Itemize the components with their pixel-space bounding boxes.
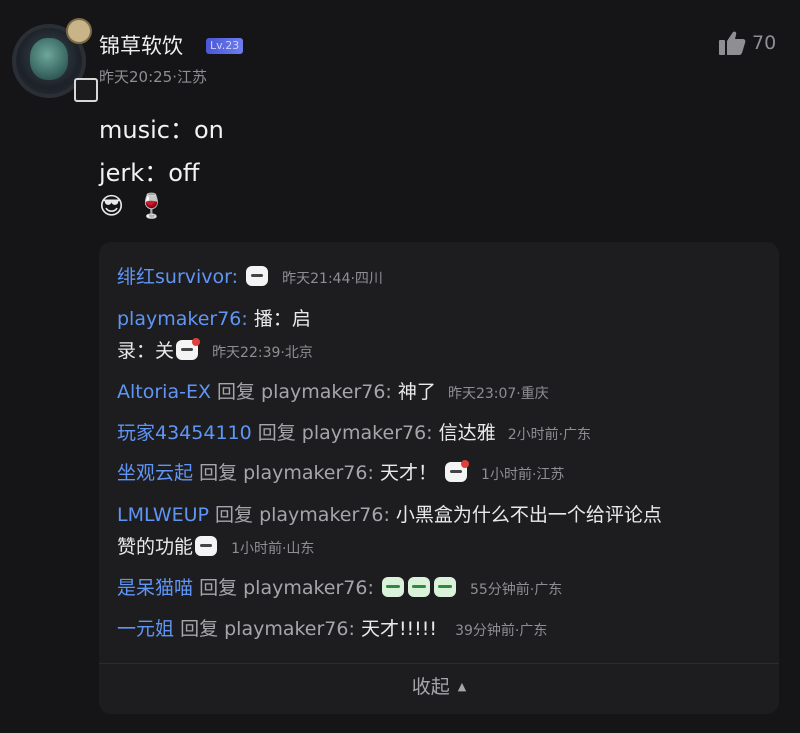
reply-to-label: 回复 playmaker76: xyxy=(215,504,390,526)
reply-text: 播：启 xyxy=(253,308,311,330)
reply-item[interactable]: 绯红survivor: 昨天21:44·四川 xyxy=(117,262,757,295)
sunglasses-emoji-icon: 😎 xyxy=(99,192,125,220)
divider xyxy=(99,663,779,664)
reply-item[interactable]: Altoria-EX 回复 playmaker76: 神了 昨天23:07·重庆 xyxy=(117,377,757,410)
reply-to-label: 回复 playmaker76: xyxy=(180,618,355,640)
sticker-icon xyxy=(246,266,269,286)
reply-item[interactable]: playmaker76: 播：启 xyxy=(117,304,757,335)
reply-to-label: 回复 playmaker76: xyxy=(199,577,374,599)
reply-meta: 昨天22:39·北京 xyxy=(212,345,313,361)
like-button[interactable]: 70 xyxy=(718,30,776,56)
avatar-badge-icon xyxy=(74,78,98,102)
reply-to-label: 回复 playmaker76: xyxy=(257,422,433,444)
collapse-button[interactable]: 收起 ▲ xyxy=(99,672,779,699)
post-timestamp-location: 昨天20:25·江苏 xyxy=(99,68,207,86)
reply-username[interactable]: 是呆猫喵 xyxy=(117,577,193,599)
reply-username[interactable]: 坐观云起 xyxy=(117,462,193,484)
reply-item-continued: 赞的功能 1小时前·山东 xyxy=(117,532,757,565)
avatar-figure xyxy=(30,38,68,80)
reply-text: 信达雅 xyxy=(438,422,496,444)
reply-meta: 55分钟前·广东 xyxy=(469,582,563,598)
like-count: 70 xyxy=(752,32,777,54)
reply-item[interactable]: LMLWEUP 回复 playmaker76: 小黑盒为什么不出一个给评论点 xyxy=(117,500,757,531)
reply-thread-panel: 绯红survivor: 昨天21:44·四川 playmaker76: 播：启 … xyxy=(99,242,779,714)
reply-text: 赞的功能 xyxy=(117,536,194,558)
reply-text: 天才！ xyxy=(379,462,437,484)
reply-username[interactable]: Altoria-EX xyxy=(117,381,211,403)
reply-text: 小黑盒为什么不出一个给评论点 xyxy=(395,504,662,526)
post-text-line: jerk：off xyxy=(99,159,200,187)
sticker-icon xyxy=(433,577,456,597)
reply-username[interactable]: 绯红survivor: xyxy=(117,266,238,288)
reply-to-label: 回复 playmaker76: xyxy=(199,462,374,484)
reply-meta: 39分钟前·广东 xyxy=(455,623,548,639)
wine-glass-emoji-icon: 🍷 xyxy=(136,192,167,220)
sticker-icon xyxy=(381,577,404,597)
reply-meta: 昨天23:07·重庆 xyxy=(447,386,549,402)
post-emojis: 😎 🍷 xyxy=(99,192,167,220)
reply-text: 录：关 xyxy=(117,340,175,362)
reply-item[interactable]: 一元姐 回复 playmaker76: 天才!!!!! 39分钟前·广东 xyxy=(117,614,757,647)
reply-item-continued: 录：关 昨天22:39·北京 xyxy=(117,336,757,369)
sticker-icon xyxy=(195,536,218,556)
reply-text: 天才!!!!! xyxy=(360,618,438,640)
reply-meta: 2小时前·广东 xyxy=(507,427,592,443)
post-author[interactable]: 锦草软饮 xyxy=(99,30,183,60)
reply-item[interactable]: 玩家43454110 回复 playmaker76: 信达雅 2小时前·广东 xyxy=(117,418,757,451)
post-text-line: music：on xyxy=(99,116,224,144)
reply-meta: 昨天21:44·四川 xyxy=(282,271,383,287)
caret-up-icon: ▲ xyxy=(457,680,467,693)
collapse-label: 收起 xyxy=(411,676,450,698)
reply-to-label: 回复 playmaker76: xyxy=(217,381,392,403)
reply-item[interactable]: 是呆猫喵 回复 playmaker76: 55分钟前·广东 xyxy=(117,573,757,606)
reply-item[interactable]: 坐观云起 回复 playmaker76: 天才！ 1小时前·江苏 xyxy=(117,458,757,491)
reply-text: 神了 xyxy=(397,381,436,403)
reply-username[interactable]: 玩家43454110 xyxy=(117,422,252,444)
level-badge: Lv.23 xyxy=(206,38,244,54)
reply-username[interactable]: 一元姐 xyxy=(117,618,174,640)
avatar[interactable] xyxy=(12,18,98,102)
reply-username[interactable]: LMLWEUP xyxy=(117,504,209,526)
sticker-icon xyxy=(445,460,469,482)
thumbs-up-icon xyxy=(719,31,746,55)
avatar-frame-ornament-icon xyxy=(66,18,92,44)
reply-meta: 1小时前·江苏 xyxy=(481,467,565,483)
sticker-icon xyxy=(176,338,201,360)
reply-meta: 1小时前·山东 xyxy=(231,541,315,557)
sticker-icon xyxy=(407,577,430,597)
reply-username[interactable]: playmaker76: xyxy=(117,308,248,330)
